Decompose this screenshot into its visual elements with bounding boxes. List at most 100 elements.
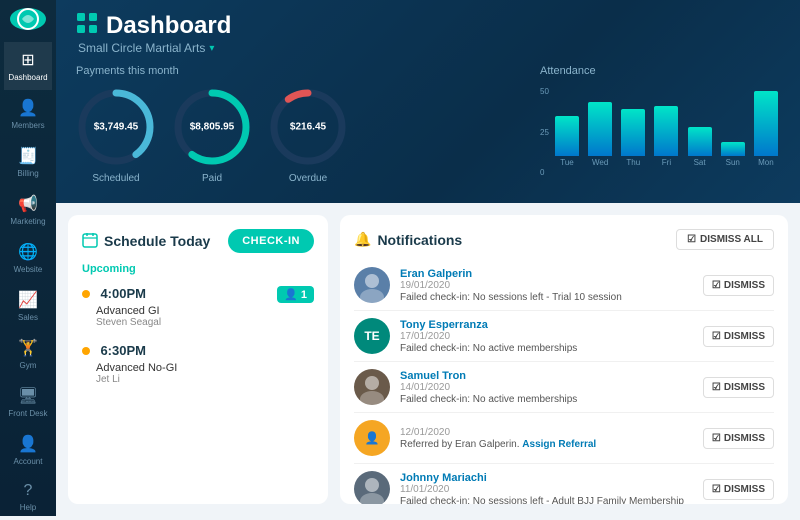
sidebar-item-dashboard[interactable]: ⊞ Dashboard xyxy=(4,42,51,90)
dismiss-label: DISMISS xyxy=(724,433,765,444)
chart-bar xyxy=(688,127,712,156)
schedule-item: 6:30PM Advanced No-GI Jet Li xyxy=(82,342,314,385)
class-name: Advanced No-GI xyxy=(96,362,314,374)
bar-group-sun: Sun xyxy=(719,142,747,167)
dismiss-label: DISMISS xyxy=(724,382,765,393)
sidebar-label: Gym xyxy=(20,361,37,370)
dismiss-all-button[interactable]: ☑ DISMISS ALL xyxy=(676,229,774,250)
notif-avatar xyxy=(354,267,390,303)
checkin-button[interactable]: CHECK-IN xyxy=(228,229,314,253)
notif-avatar xyxy=(354,471,390,504)
notif-item: Eran Galperin 19/01/2020 Failed check-in… xyxy=(354,260,774,311)
sidebar-item-account[interactable]: 👤 Account xyxy=(4,426,51,474)
dismiss-label: DISMISS xyxy=(724,331,765,342)
school-name: Small Circle Martial Arts xyxy=(78,41,205,55)
payment-value: $216.45 xyxy=(290,122,326,133)
bar-group-wed: Wed xyxy=(586,102,614,167)
chart-bar xyxy=(555,116,579,156)
check-icon: ☑ xyxy=(712,280,721,291)
donut-chart: $3,749.45 xyxy=(76,87,156,167)
sidebar-icon: 🏋 xyxy=(18,338,38,358)
instructor-name: Jet Li xyxy=(96,374,314,385)
check-icon: ☑ xyxy=(712,484,721,495)
sidebar-icon: ⊞ xyxy=(21,50,34,70)
chevron-down-icon[interactable]: ▾ xyxy=(209,43,214,54)
payment-card-overdue: $216.45 Overdue xyxy=(268,87,348,184)
check-icon: ☑ xyxy=(712,433,721,444)
notif-date: 19/01/2020 xyxy=(400,280,693,291)
sidebar-icon: ? xyxy=(24,482,33,500)
payment-card-scheduled: $3,749.45 Scheduled xyxy=(76,87,156,184)
notif-info: 12/01/2020 Referred by Eran Galperin. As… xyxy=(400,427,693,450)
time-info: 6:30PM xyxy=(82,342,146,360)
sidebar-item-gym[interactable]: 🏋 Gym xyxy=(4,330,51,378)
dismiss-button[interactable]: ☑ DISMISS xyxy=(703,479,774,500)
bar-label: Thu xyxy=(626,158,640,167)
schedule-header: Schedule Today CHECK-IN xyxy=(82,229,314,253)
sidebar-item-sales[interactable]: 📈 Sales xyxy=(4,282,51,330)
chart-bar xyxy=(721,142,745,156)
sidebar-item-marketing[interactable]: 📢 Marketing xyxy=(4,186,51,234)
dismiss-button[interactable]: ☑ DISMISS xyxy=(703,326,774,347)
bar-label: Fri xyxy=(662,158,671,167)
attendance-section: Attendance 50 25 0 TueWedThuFriSatSunMon xyxy=(540,65,780,187)
sidebar-label: Front Desk xyxy=(8,409,47,418)
notif-message: Failed check-in: No active memberships xyxy=(400,343,693,354)
notif-info: Eran Galperin 19/01/2020 Failed check-in… xyxy=(400,268,693,303)
sidebar: ⊞ Dashboard 👤 Members 🧾 Billing 📢 Market… xyxy=(0,0,56,516)
sidebar-icon: 📢 xyxy=(18,194,38,214)
time-dot xyxy=(82,290,90,298)
schedule-item: 4:00PM 👤 1 Advanced GI Steven Seagal xyxy=(82,285,314,328)
dismiss-button[interactable]: ☑ DISMISS xyxy=(703,377,774,398)
instructor-name: Steven Seagal xyxy=(96,317,314,328)
notif-item: TE Tony Esperranza 17/01/2020 Failed che… xyxy=(354,311,774,362)
bar-group-fri: Fri xyxy=(652,106,680,167)
sidebar-label: Account xyxy=(14,457,43,466)
notif-header: 🔔 Notifications ☑ DISMISS ALL xyxy=(354,229,774,250)
payment-label: Scheduled xyxy=(92,173,139,184)
notif-date: 17/01/2020 xyxy=(400,331,693,342)
sidebar-icon: 🧾 xyxy=(18,146,38,166)
notif-avatar: TE xyxy=(354,318,390,354)
notif-date: 11/01/2020 xyxy=(400,484,693,495)
schedule-icon xyxy=(82,232,98,251)
assign-referral-link[interactable]: Assign Referral xyxy=(522,439,596,450)
notif-message: Failed check-in: No sessions left - Adul… xyxy=(400,496,693,505)
sidebar-label: Dashboard xyxy=(8,73,47,82)
donut-chart: $8,805.95 xyxy=(172,87,252,167)
sidebar-icon: 🌐 xyxy=(18,242,38,262)
sidebar-item-website[interactable]: 🌐 Website xyxy=(4,234,51,282)
notif-name: Johnny Mariachi xyxy=(400,472,693,484)
sidebar-label: Billing xyxy=(17,169,38,178)
dismiss-button[interactable]: ☑ DISMISS xyxy=(703,428,774,449)
subtitle-row: Small Circle Martial Arts ▾ xyxy=(78,41,780,55)
notif-title: 🔔 Notifications xyxy=(354,231,462,248)
notif-message: Referred by Eran Galperin. Assign Referr… xyxy=(400,439,693,450)
sidebar-item-members[interactable]: 👤 Members xyxy=(4,90,51,138)
payment-value: $8,805.95 xyxy=(190,122,235,133)
chart-area: 50 25 0 TueWedThuFriSatSunMon xyxy=(540,87,780,187)
bar-label: Wed xyxy=(592,158,608,167)
check-icon: ☑ xyxy=(712,331,721,342)
sidebar-icon: 👤 xyxy=(18,434,38,454)
schedule-panel: Schedule Today CHECK-IN Upcoming 4:00PM … xyxy=(68,215,328,504)
dismiss-button[interactable]: ☑ DISMISS xyxy=(703,275,774,296)
bar-label: Sun xyxy=(726,158,740,167)
sidebar-item-billing[interactable]: 🧾 Billing xyxy=(4,138,51,186)
time-row: 4:00PM 👤 1 xyxy=(82,285,314,303)
sidebar-item-help[interactable]: ? Help xyxy=(4,474,51,520)
notif-title-text: Notifications xyxy=(377,232,462,248)
bar-label: Sat xyxy=(694,158,706,167)
chart-bar xyxy=(588,102,612,156)
sidebar-item-front-desk[interactable]: 🖥 Front Desk xyxy=(4,378,51,426)
notif-name: Samuel Tron xyxy=(400,370,693,382)
payment-label: Paid xyxy=(202,173,222,184)
notif-item: 👤 12/01/2020 Referred by Eran Galperin. … xyxy=(354,413,774,464)
notif-name: Eran Galperin xyxy=(400,268,693,280)
bar-group-tue: Tue xyxy=(553,116,581,167)
check-icon: ☑ xyxy=(712,382,721,393)
notif-info: Johnny Mariachi 11/01/2020 Failed check-… xyxy=(400,472,693,505)
y-axis-mid: 25 xyxy=(540,128,549,137)
time-row: 6:30PM xyxy=(82,342,314,360)
attendance-label: Attendance xyxy=(540,65,780,77)
